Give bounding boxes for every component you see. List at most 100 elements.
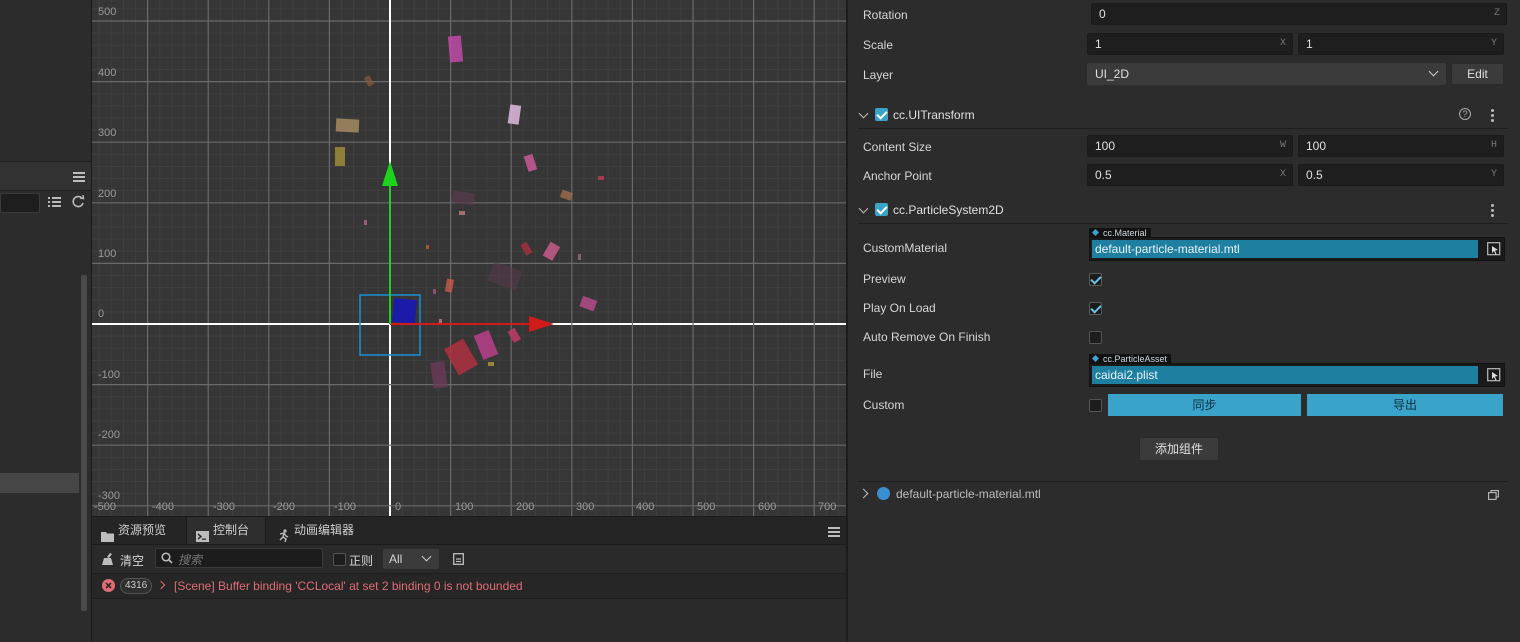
rotation-value: 0 — [1099, 7, 1106, 21]
log-message: [Scene] Buffer binding 'CCLocal' at set … — [174, 579, 523, 593]
scale-y-input[interactable]: 1 Y — [1298, 33, 1504, 55]
scene-grid — [92, 0, 846, 516]
layer-select[interactable]: UI_2D — [1087, 63, 1446, 85]
y-axis-label: 300 — [98, 127, 117, 139]
y-axis-label: -200 — [98, 429, 121, 441]
y-axis-label: 200 — [98, 188, 117, 200]
content-width-value: 100 — [1095, 139, 1116, 153]
asset-picker-icon[interactable] — [1487, 242, 1501, 256]
regex-label: 正则 — [349, 554, 374, 568]
hierarchy-panel — [0, 0, 92, 641]
hierarchy-search-input[interactable] — [0, 193, 40, 213]
refresh-icon[interactable] — [72, 194, 85, 208]
play-on-load-checkbox[interactable] — [1089, 302, 1102, 315]
console-search-input[interactable]: 搜索 — [155, 548, 323, 568]
rotation-input[interactable]: 0 Z — [1091, 3, 1507, 25]
hierarchy-scrollbar[interactable] — [81, 275, 87, 611]
scale-x-input[interactable]: 1 X — [1087, 33, 1293, 55]
uitransform-enabled-checkbox[interactable] — [875, 108, 888, 121]
tab-label: 控制台 — [213, 523, 250, 537]
x-axis-label: -200 — [273, 501, 296, 513]
broom-icon — [102, 553, 115, 565]
console-menu-icon[interactable] — [828, 527, 840, 537]
x-axis-label: 100 — [455, 501, 474, 513]
w-suffix: W — [1279, 140, 1286, 151]
clear-label: 清空 — [120, 554, 145, 568]
y-axis-arrow[interactable] — [382, 161, 398, 186]
open-in-new-window-icon[interactable] — [1488, 489, 1499, 500]
content-height-value: 100 — [1306, 139, 1327, 153]
collapse-chevron-icon[interactable] — [858, 108, 869, 119]
log-level-value: All — [389, 552, 403, 566]
anchor-x-input[interactable]: 0.5 X — [1087, 164, 1293, 186]
node-sprite[interactable] — [391, 298, 418, 325]
expand-chevron-icon[interactable] — [156, 580, 166, 590]
particlesystem2d-header[interactable]: cc.ParticleSystem2D — [858, 197, 1508, 224]
tab-label: 资源预览 — [118, 523, 167, 537]
x-suffix: X — [1279, 38, 1286, 49]
auto-remove-checkbox[interactable] — [1089, 331, 1102, 344]
folder-icon — [101, 525, 114, 542]
more-options-icon[interactable] — [1491, 204, 1494, 217]
preview-label: Preview — [863, 272, 906, 286]
console-tab-bar: 资源预览 控制台 动画编辑器 — [92, 517, 846, 545]
anchor-y-input[interactable]: 0.5 Y — [1298, 164, 1504, 186]
x-axis-label: 600 — [758, 501, 777, 513]
z-suffix: Z — [1493, 8, 1500, 19]
custom-checkbox[interactable] — [1089, 399, 1102, 412]
tab-animation-editor[interactable]: 动画编辑器 — [268, 517, 368, 544]
y-axis-label: 400 — [98, 67, 117, 79]
menu-icon[interactable] — [73, 172, 85, 182]
tab-label: 动画编辑器 — [294, 523, 355, 537]
help-icon[interactable]: ? — [1459, 108, 1471, 120]
x-axis-arrow[interactable] — [529, 316, 554, 332]
file-value: caidai2.plist — [1092, 366, 1478, 384]
layer-edit-button[interactable]: Edit — [1451, 63, 1504, 85]
play-on-load-label: Play On Load — [863, 301, 936, 315]
open-log-file-icon[interactable] — [453, 553, 464, 565]
selected-node-row[interactable] — [0, 473, 79, 493]
y-axis-label: 0 — [98, 308, 105, 320]
preview-checkbox[interactable] — [1089, 273, 1102, 286]
layer-label: Layer — [863, 68, 894, 82]
y-suffix: Y — [1490, 38, 1497, 49]
material-icon — [877, 487, 890, 500]
x-axis-label: 500 — [697, 501, 716, 513]
anchor-x-value: 0.5 — [1095, 168, 1112, 182]
chevron-down-icon — [421, 551, 432, 562]
content-height-input[interactable]: 100 H — [1298, 135, 1504, 157]
auto-remove-label: Auto Remove On Finish — [863, 330, 991, 344]
collapse-chevron-icon[interactable] — [858, 203, 869, 214]
more-options-icon[interactable] — [1491, 109, 1494, 122]
list-view-icon[interactable] — [48, 196, 61, 208]
tab-console[interactable]: 控制台 — [186, 517, 266, 544]
hierarchy-header — [0, 161, 91, 191]
sync-button[interactable]: 同步 — [1108, 394, 1301, 416]
material-asset-section[interactable]: default-particle-material.mtl — [858, 481, 1508, 506]
x-suffix: X — [1279, 169, 1286, 180]
expand-chevron-icon[interactable] — [858, 488, 869, 499]
scene-view[interactable]: 500 400 300 200 100 0 -100 -200 -300 -50… — [92, 0, 846, 516]
x-axis-label: 0 — [395, 501, 402, 513]
asset-picker-icon[interactable] — [1487, 368, 1501, 382]
x-axis-label: 400 — [636, 501, 655, 513]
file-field[interactable]: caidai2.plist — [1089, 363, 1505, 387]
uitransform-header[interactable]: cc.UITransform ? — [858, 102, 1508, 129]
particlesystem2d-enabled-checkbox[interactable] — [875, 203, 888, 216]
tab-assets-preview[interactable]: 资源预览 — [92, 517, 186, 544]
x-axis-label: 700 — [818, 501, 837, 513]
search-placeholder: 搜索 — [178, 553, 203, 567]
chevron-down-icon — [1428, 66, 1439, 77]
x-axis-label: -100 — [334, 501, 357, 513]
export-button[interactable]: 导出 — [1307, 394, 1503, 416]
log-level-select[interactable]: All — [383, 549, 439, 569]
y-axis-label: 500 — [98, 6, 117, 18]
add-component-button[interactable]: 添加组件 — [1139, 437, 1219, 461]
regex-checkbox[interactable] — [333, 553, 346, 566]
h-suffix: H — [1490, 140, 1497, 151]
content-width-input[interactable]: 100 W — [1087, 135, 1293, 157]
custom-material-field[interactable]: default-particle-material.mtl — [1089, 237, 1505, 261]
x-axis-label: -500 — [94, 501, 117, 513]
log-entry[interactable]: 4316 [Scene] Buffer binding 'CCLocal' at… — [92, 573, 846, 599]
y-axis-label: -100 — [98, 369, 121, 381]
